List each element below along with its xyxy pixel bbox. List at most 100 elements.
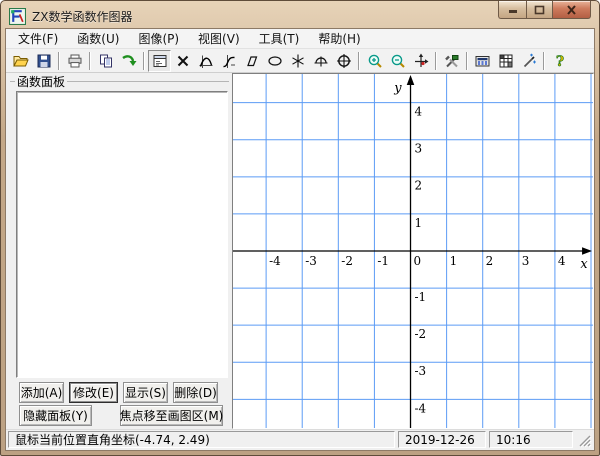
svg-text:1: 1: [414, 216, 422, 230]
plot-function-button[interactable]: [194, 50, 217, 72]
toolbar-separator: [435, 52, 437, 70]
menu-file[interactable]: 文件(F): [11, 28, 65, 49]
svg-text:-3: -3: [414, 364, 426, 378]
svg-text:-2: -2: [414, 327, 426, 341]
function-panel-title: 函数面板: [17, 73, 65, 90]
edit-button[interactable]: 修改(E): [69, 382, 118, 403]
annotate-button[interactable]: [517, 50, 540, 72]
client-area: 文件(F) 函数(U) 图像(P) 视图(V) 工具(T) 帮助(H): [5, 28, 595, 451]
maximize-button[interactable]: [526, 1, 553, 19]
toolbar-separator: [358, 52, 360, 70]
ellipse-icon: [267, 53, 283, 69]
function-panel-icon: [152, 53, 168, 69]
panel-button-row-1: 添加(A) 修改(E) 显示(S) 删除(D): [19, 382, 223, 403]
time-text: 10:16: [496, 433, 531, 447]
app-icon[interactable]: [9, 8, 26, 25]
move-axes-button[interactable]: [409, 50, 432, 72]
plot-area[interactable]: -4-3-2-1012344321-1-2-3-4yx: [232, 73, 594, 429]
save-button[interactable]: [32, 50, 55, 72]
target-button[interactable]: [332, 50, 355, 72]
close-button[interactable]: [553, 1, 591, 19]
close-icon: [566, 5, 577, 15]
toolbar-separator: [543, 52, 545, 70]
resize-grip[interactable]: [576, 431, 592, 448]
export-arrow-icon: [121, 53, 137, 69]
polygon-button[interactable]: [240, 50, 263, 72]
function-panel-header: 函数面板: [6, 73, 232, 90]
annotate-pen-icon: [521, 53, 537, 69]
title-bar: ZX数学函数作图器: [1, 1, 599, 28]
status-position-panel: 鼠标当前位置直角坐标(-4.74, 2.49): [8, 431, 395, 448]
svg-text:-4: -4: [414, 401, 426, 415]
toggle-function-panel-button[interactable]: [148, 50, 171, 72]
hide-panel-button[interactable]: 隐藏面板(Y): [19, 405, 92, 426]
app-window: ZX数学函数作图器 文件(F) 函数(U) 图像(P) 视图(V) 工具(T) …: [0, 0, 600, 456]
svg-text:2: 2: [414, 179, 422, 193]
minimize-button[interactable]: [498, 1, 526, 19]
zoom-out-button[interactable]: [386, 50, 409, 72]
svg-text:-1: -1: [377, 254, 389, 268]
help-button[interactable]: ?: [548, 50, 571, 72]
maximize-icon: [534, 5, 545, 15]
star-lines-button[interactable]: [286, 50, 309, 72]
mouse-position-text: 鼠标当前位置直角坐标(-4.74, 2.49): [15, 431, 210, 448]
status-date-panel: 2019-12-26: [398, 431, 486, 448]
menu-function[interactable]: 函数(U): [70, 28, 126, 49]
status-time-panel: 10:16: [489, 431, 573, 448]
copy-icon: [98, 53, 114, 69]
polygon-icon: [244, 53, 260, 69]
tool-bar: ?: [6, 49, 594, 73]
print-button[interactable]: [63, 50, 86, 72]
svg-text:-1: -1: [414, 290, 426, 304]
svg-text:4: 4: [558, 254, 566, 268]
function-panel: 函数面板 添加(A) 修改(E) 显示(S) 删除(D) 隐藏面板(Y) 焦点移…: [6, 73, 232, 429]
svg-text:-2: -2: [341, 254, 353, 268]
protractor-button[interactable]: [309, 50, 332, 72]
delete-function-button[interactable]: [171, 50, 194, 72]
print-icon: [67, 53, 83, 69]
data-table-button[interactable]: [494, 50, 517, 72]
date-text: 2019-12-26: [405, 433, 475, 447]
zoom-in-button[interactable]: [363, 50, 386, 72]
menu-view[interactable]: 视图(V): [191, 28, 247, 49]
protractor-icon: [313, 53, 329, 69]
calculator-button[interactable]: [471, 50, 494, 72]
target-icon: [336, 53, 352, 69]
toolbar-separator: [89, 52, 91, 70]
svg-text:4: 4: [414, 105, 422, 119]
toolbar-separator: [58, 52, 60, 70]
menu-help[interactable]: 帮助(H): [311, 28, 367, 49]
svg-text:?: ?: [555, 54, 563, 69]
menu-graph[interactable]: 图像(P): [131, 28, 186, 49]
data-table-icon: [498, 53, 514, 69]
ellipse-button[interactable]: [263, 50, 286, 72]
add-button[interactable]: 添加(A): [19, 382, 64, 403]
menu-bar: 文件(F) 函数(U) 图像(P) 视图(V) 工具(T) 帮助(H): [6, 29, 594, 49]
status-bar: 鼠标当前位置直角坐标(-4.74, 2.49) 2019-12-26 10:16: [6, 429, 594, 450]
coordinate-grid: -4-3-2-1012344321-1-2-3-4yx: [233, 74, 593, 428]
panel-button-row-2: 隐藏面板(Y) 焦点移至画图区(M): [19, 405, 223, 426]
tools-icon: [444, 53, 460, 69]
toolbar-separator: [143, 52, 145, 70]
open-folder-icon: [12, 53, 29, 69]
svg-text:3: 3: [522, 254, 530, 268]
svg-text:y: y: [393, 81, 402, 96]
delete-button[interactable]: 删除(D): [173, 382, 218, 403]
export-image-button[interactable]: [117, 50, 140, 72]
svg-text:2: 2: [486, 254, 494, 268]
focus-plot-button[interactable]: 焦点移至画图区(M): [120, 405, 223, 426]
toolbar-separator: [466, 52, 468, 70]
tools-button[interactable]: [440, 50, 463, 72]
menu-tools[interactable]: 工具(T): [252, 28, 307, 49]
svg-text:0: 0: [413, 254, 421, 268]
copy-button[interactable]: [94, 50, 117, 72]
svg-text:1: 1: [450, 254, 458, 268]
calculator-icon: [474, 53, 491, 69]
open-button[interactable]: [9, 50, 32, 72]
plot-curve-button[interactable]: [217, 50, 240, 72]
zoom-in-icon: [367, 53, 383, 69]
minimize-icon: [508, 5, 518, 14]
show-button[interactable]: 显示(S): [123, 382, 168, 403]
svg-text:3: 3: [414, 142, 422, 156]
function-list[interactable]: [16, 91, 228, 378]
